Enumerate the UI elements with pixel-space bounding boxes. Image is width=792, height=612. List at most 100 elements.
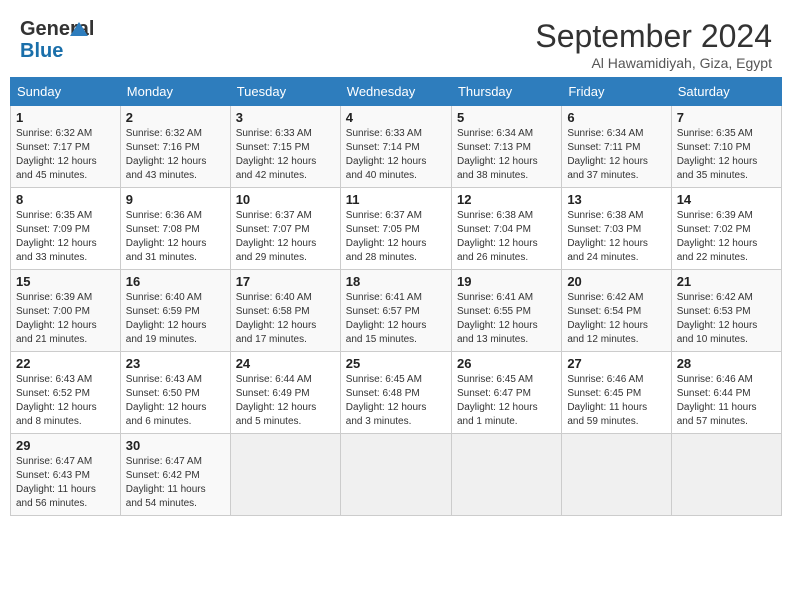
table-row [562, 434, 671, 516]
calendar-week-5: 29 Sunrise: 6:47 AM Sunset: 6:43 PM Dayli… [11, 434, 782, 516]
table-row: 27 Sunrise: 6:46 AM Sunset: 6:45 PM Dayli… [562, 352, 671, 434]
table-row: 20 Sunrise: 6:42 AM Sunset: 6:54 PM Dayli… [562, 270, 671, 352]
table-row: 26 Sunrise: 6:45 AM Sunset: 6:47 PM Dayli… [451, 352, 561, 434]
day-number: 4 [346, 110, 446, 125]
table-row: 22 Sunrise: 6:43 AM Sunset: 6:52 PM Dayli… [11, 352, 121, 434]
day-info: Sunrise: 6:46 AM Sunset: 6:45 PM Dayligh… [567, 373, 665, 429]
day-number: 6 [567, 110, 665, 125]
day-number: 12 [457, 192, 556, 207]
day-number: 3 [236, 110, 335, 125]
day-info: Sunrise: 6:42 AM Sunset: 6:53 PM Dayligh… [677, 291, 776, 347]
table-row [451, 434, 561, 516]
day-info: Sunrise: 6:32 AM Sunset: 7:16 PM Dayligh… [126, 127, 225, 183]
col-tuesday: Tuesday [230, 78, 340, 106]
col-sunday: Sunday [11, 78, 121, 106]
day-number: 18 [346, 274, 446, 289]
location: Al Hawamidiyah, Giza, Egypt [535, 55, 772, 71]
table-row: 4 Sunrise: 6:33 AM Sunset: 7:14 PM Daylig… [340, 106, 451, 188]
table-row: 23 Sunrise: 6:43 AM Sunset: 6:50 PM Dayli… [120, 352, 230, 434]
calendar-week-4: 22 Sunrise: 6:43 AM Sunset: 6:52 PM Dayli… [11, 352, 782, 434]
day-number: 28 [677, 356, 776, 371]
day-number: 5 [457, 110, 556, 125]
day-info: Sunrise: 6:34 AM Sunset: 7:13 PM Dayligh… [457, 127, 556, 183]
day-info: Sunrise: 6:32 AM Sunset: 7:17 PM Dayligh… [16, 127, 115, 183]
table-row: 17Sunrise: 6:40 AM Sunset: 6:58 PM Dayli… [230, 270, 340, 352]
day-info: Sunrise: 6:33 AM Sunset: 7:14 PM Dayligh… [346, 127, 446, 183]
table-row: 19 Sunrise: 6:41 AM Sunset: 6:55 PM Dayli… [451, 270, 561, 352]
day-number: 21 [677, 274, 776, 289]
day-info: Sunrise: 6:39 AM Sunset: 7:00 PM Dayligh… [16, 291, 115, 347]
day-number: 25 [346, 356, 446, 371]
day-number: 24 [236, 356, 335, 371]
day-info: Sunrise: 6:45 AM Sunset: 6:48 PM Dayligh… [346, 373, 446, 429]
day-number: 16 [126, 274, 225, 289]
day-number: 30 [126, 438, 225, 453]
day-info: Sunrise: 6:43 AM Sunset: 6:50 PM Dayligh… [126, 373, 225, 429]
table-row: 15 Sunrise: 6:39 AM Sunset: 7:00 PM Dayli… [11, 270, 121, 352]
table-row: 8 Sunrise: 6:35 AM Sunset: 7:09 PM Daylig… [11, 188, 121, 270]
day-info: Sunrise: 6:37 AM Sunset: 7:05 PM Dayligh… [346, 209, 446, 265]
calendar-week-3: 15 Sunrise: 6:39 AM Sunset: 7:00 PM Dayli… [11, 270, 782, 352]
day-info: Sunrise: 6:46 AM Sunset: 6:44 PM Dayligh… [677, 373, 776, 429]
page-header: General Blue September 2024 Al Hawamidiy… [10, 10, 782, 77]
day-number: 7 [677, 110, 776, 125]
logo-blue-text: Blue [20, 40, 63, 63]
day-number: 10 [236, 192, 335, 207]
logo: General Blue [20, 18, 72, 62]
day-info: Sunrise: 6:42 AM Sunset: 6:54 PM Dayligh… [567, 291, 665, 347]
day-info: Sunrise: 6:47 AM Sunset: 6:43 PM Dayligh… [16, 455, 115, 511]
table-row: 11Sunrise: 6:37 AM Sunset: 7:05 PM Dayli… [340, 188, 451, 270]
day-info: Sunrise: 6:36 AM Sunset: 7:08 PM Dayligh… [126, 209, 225, 265]
table-row [671, 434, 781, 516]
day-info: Sunrise: 6:35 AM Sunset: 7:09 PM Dayligh… [16, 209, 115, 265]
day-info: Sunrise: 6:39 AM Sunset: 7:02 PM Dayligh… [677, 209, 776, 265]
day-number: 1 [16, 110, 115, 125]
day-number: 23 [126, 356, 225, 371]
day-info: Sunrise: 6:45 AM Sunset: 6:47 PM Dayligh… [457, 373, 556, 429]
table-row: 9 Sunrise: 6:36 AM Sunset: 7:08 PM Daylig… [120, 188, 230, 270]
day-info: Sunrise: 6:34 AM Sunset: 7:11 PM Dayligh… [567, 127, 665, 183]
day-info: Sunrise: 6:38 AM Sunset: 7:03 PM Dayligh… [567, 209, 665, 265]
day-info: Sunrise: 6:33 AM Sunset: 7:15 PM Dayligh… [236, 127, 335, 183]
col-thursday: Thursday [451, 78, 561, 106]
day-number: 29 [16, 438, 115, 453]
day-info: Sunrise: 6:44 AM Sunset: 6:49 PM Dayligh… [236, 373, 335, 429]
col-saturday: Saturday [671, 78, 781, 106]
col-wednesday: Wednesday [340, 78, 451, 106]
header-row: Sunday Monday Tuesday Wednesday Thursday… [11, 78, 782, 106]
day-number: 22 [16, 356, 115, 371]
col-monday: Monday [120, 78, 230, 106]
table-row: 16 Sunrise: 6:40 AM Sunset: 6:59 PM Dayli… [120, 270, 230, 352]
logo-icon: General Blue [20, 18, 72, 62]
day-number: 9 [126, 192, 225, 207]
table-row [230, 434, 340, 516]
day-number: 27 [567, 356, 665, 371]
day-number: 8 [16, 192, 115, 207]
table-row: 2Sunrise: 6:32 AM Sunset: 7:16 PM Daylig… [120, 106, 230, 188]
day-number: 15 [16, 274, 115, 289]
day-number: 14 [677, 192, 776, 207]
table-row: 18 Sunrise: 6:41 AM Sunset: 6:57 PM Dayli… [340, 270, 451, 352]
calendar-week-1: 1 Sunrise: 6:32 AM Sunset: 7:17 PM Daylig… [11, 106, 782, 188]
title-area: September 2024 Al Hawamidiyah, Giza, Egy… [535, 18, 772, 71]
table-row: 25 Sunrise: 6:45 AM Sunset: 6:48 PM Dayli… [340, 352, 451, 434]
table-row [340, 434, 451, 516]
day-number: 20 [567, 274, 665, 289]
logo-triangle [70, 22, 88, 36]
day-info: Sunrise: 6:38 AM Sunset: 7:04 PM Dayligh… [457, 209, 556, 265]
table-row: 28 Sunrise: 6:46 AM Sunset: 6:44 PM Dayli… [671, 352, 781, 434]
table-row: 24 Sunrise: 6:44 AM Sunset: 6:49 PM Dayli… [230, 352, 340, 434]
day-number: 19 [457, 274, 556, 289]
table-row: 6 Sunrise: 6:34 AM Sunset: 7:11 PM Daylig… [562, 106, 671, 188]
day-info: Sunrise: 6:41 AM Sunset: 6:55 PM Dayligh… [457, 291, 556, 347]
day-info: Sunrise: 6:43 AM Sunset: 6:52 PM Dayligh… [16, 373, 115, 429]
day-info: Sunrise: 6:41 AM Sunset: 6:57 PM Dayligh… [346, 291, 446, 347]
day-info: Sunrise: 6:37 AM Sunset: 7:07 PM Dayligh… [236, 209, 335, 265]
day-info: Sunrise: 6:40 AM Sunset: 6:59 PM Dayligh… [126, 291, 225, 347]
table-row: 7Sunrise: 6:35 AM Sunset: 7:10 PM Daylig… [671, 106, 781, 188]
table-row: 1 Sunrise: 6:32 AM Sunset: 7:17 PM Daylig… [11, 106, 121, 188]
table-row: 3 Sunrise: 6:33 AM Sunset: 7:15 PM Daylig… [230, 106, 340, 188]
col-friday: Friday [562, 78, 671, 106]
table-row: 14 Sunrise: 6:39 AM Sunset: 7:02 PM Dayli… [671, 188, 781, 270]
day-number: 26 [457, 356, 556, 371]
